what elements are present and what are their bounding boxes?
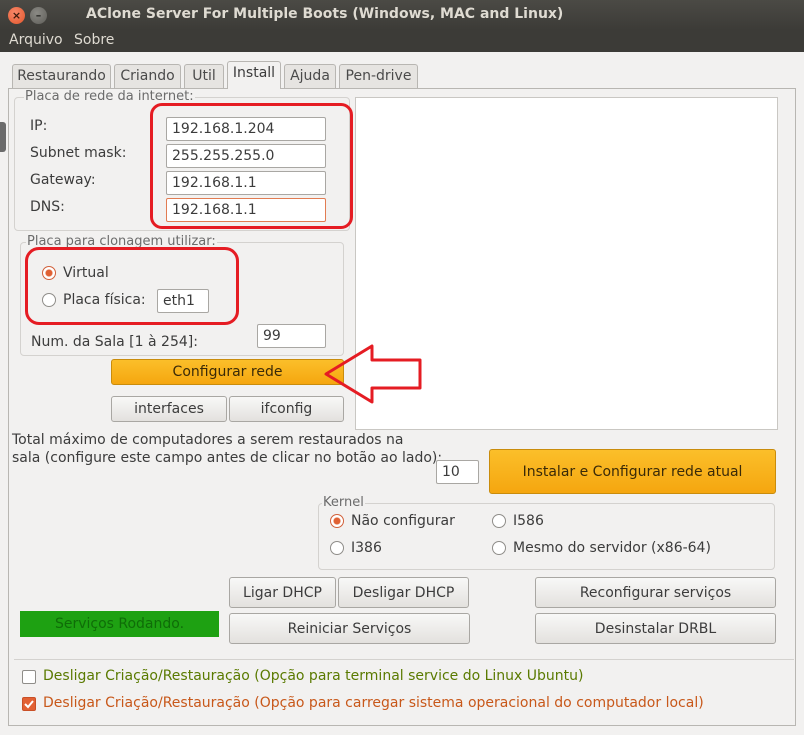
kernel-legend: Kernel [322, 495, 365, 510]
title-bar: × – AClone Server For Multiple Boots (Wi… [0, 0, 804, 30]
annotation-highlight-clone [25, 247, 239, 325]
kernel-server-radio[interactable] [492, 541, 506, 555]
instalar-configurar-button[interactable]: Instalar e Configurar rede atual [489, 449, 776, 494]
interfaces-button[interactable]: interfaces [111, 396, 227, 422]
reconfigurar-servicos-button[interactable]: Reconfigurar serviços [535, 577, 776, 608]
tab-restaurando[interactable]: Restaurando [12, 64, 111, 88]
status-badge: Serviços Rodando. [20, 611, 219, 637]
resize-handle[interactable] [0, 122, 6, 152]
menu-bar: Arquivo Sobre [0, 30, 804, 52]
configurar-rede-button[interactable]: Configurar rede [111, 359, 344, 385]
opt-terminal-service-label: Desligar Criação/Restauração (Opção para… [43, 668, 584, 684]
total-computers-text-1: Total máximo de computadores a serem res… [12, 432, 404, 448]
reiniciar-servicos-button[interactable]: Reiniciar Serviços [229, 613, 470, 644]
minimize-icon[interactable]: – [30, 7, 47, 24]
kernel-i586-label: I586 [513, 513, 544, 529]
tab-pen-drive[interactable]: Pen-drive [339, 64, 418, 88]
opt-local-os-label: Desligar Criação/Restauração (Opção para… [43, 695, 704, 711]
close-icon[interactable]: × [8, 7, 25, 24]
opt-local-os-checkbox[interactable] [22, 697, 36, 711]
dns-label: DNS: [30, 199, 65, 215]
window-title: AClone Server For Multiple Boots (Window… [86, 6, 564, 22]
total-computers-text-2: sala (configure este campo antes de clic… [12, 450, 443, 466]
room-number-label: Num. da Sala [1 à 254]: [31, 334, 198, 350]
annotation-arrow-icon [324, 344, 422, 404]
menu-arquivo[interactable]: Arquivo [9, 32, 63, 48]
kernel-i586-radio[interactable] [492, 514, 506, 528]
desligar-dhcp-button[interactable]: Desligar DHCP [338, 577, 469, 608]
opt-terminal-service-checkbox[interactable] [22, 670, 36, 684]
kernel-nao-configurar-radio[interactable] [330, 514, 344, 528]
desinstalar-drbl-button[interactable]: Desinstalar DRBL [535, 613, 776, 644]
tab-util[interactable]: Util [184, 64, 224, 88]
checkmark-icon [24, 700, 34, 709]
ligar-dhcp-button[interactable]: Ligar DHCP [229, 577, 336, 608]
kernel-i386-label: I386 [351, 540, 382, 556]
tab-install[interactable]: Install [227, 61, 281, 89]
menu-sobre[interactable]: Sobre [74, 32, 114, 48]
network-legend: Placa de rede da internet: [24, 89, 195, 104]
kernel-i386-radio[interactable] [330, 541, 344, 555]
room-number-field[interactable] [257, 324, 326, 348]
tab-criando[interactable]: Criando [114, 64, 181, 88]
total-computers-field[interactable] [436, 460, 479, 484]
gateway-label: Gateway: [30, 172, 96, 188]
ip-label: IP: [30, 118, 48, 134]
kernel-server-label: Mesmo do servidor (x86-64) [513, 540, 711, 556]
kernel-nao-configurar-label: Não configurar [351, 513, 455, 529]
separator [14, 659, 794, 660]
tab-ajuda[interactable]: Ajuda [284, 64, 336, 88]
subnet-mask-label: Subnet mask: [30, 145, 127, 161]
annotation-highlight-network [150, 103, 353, 229]
